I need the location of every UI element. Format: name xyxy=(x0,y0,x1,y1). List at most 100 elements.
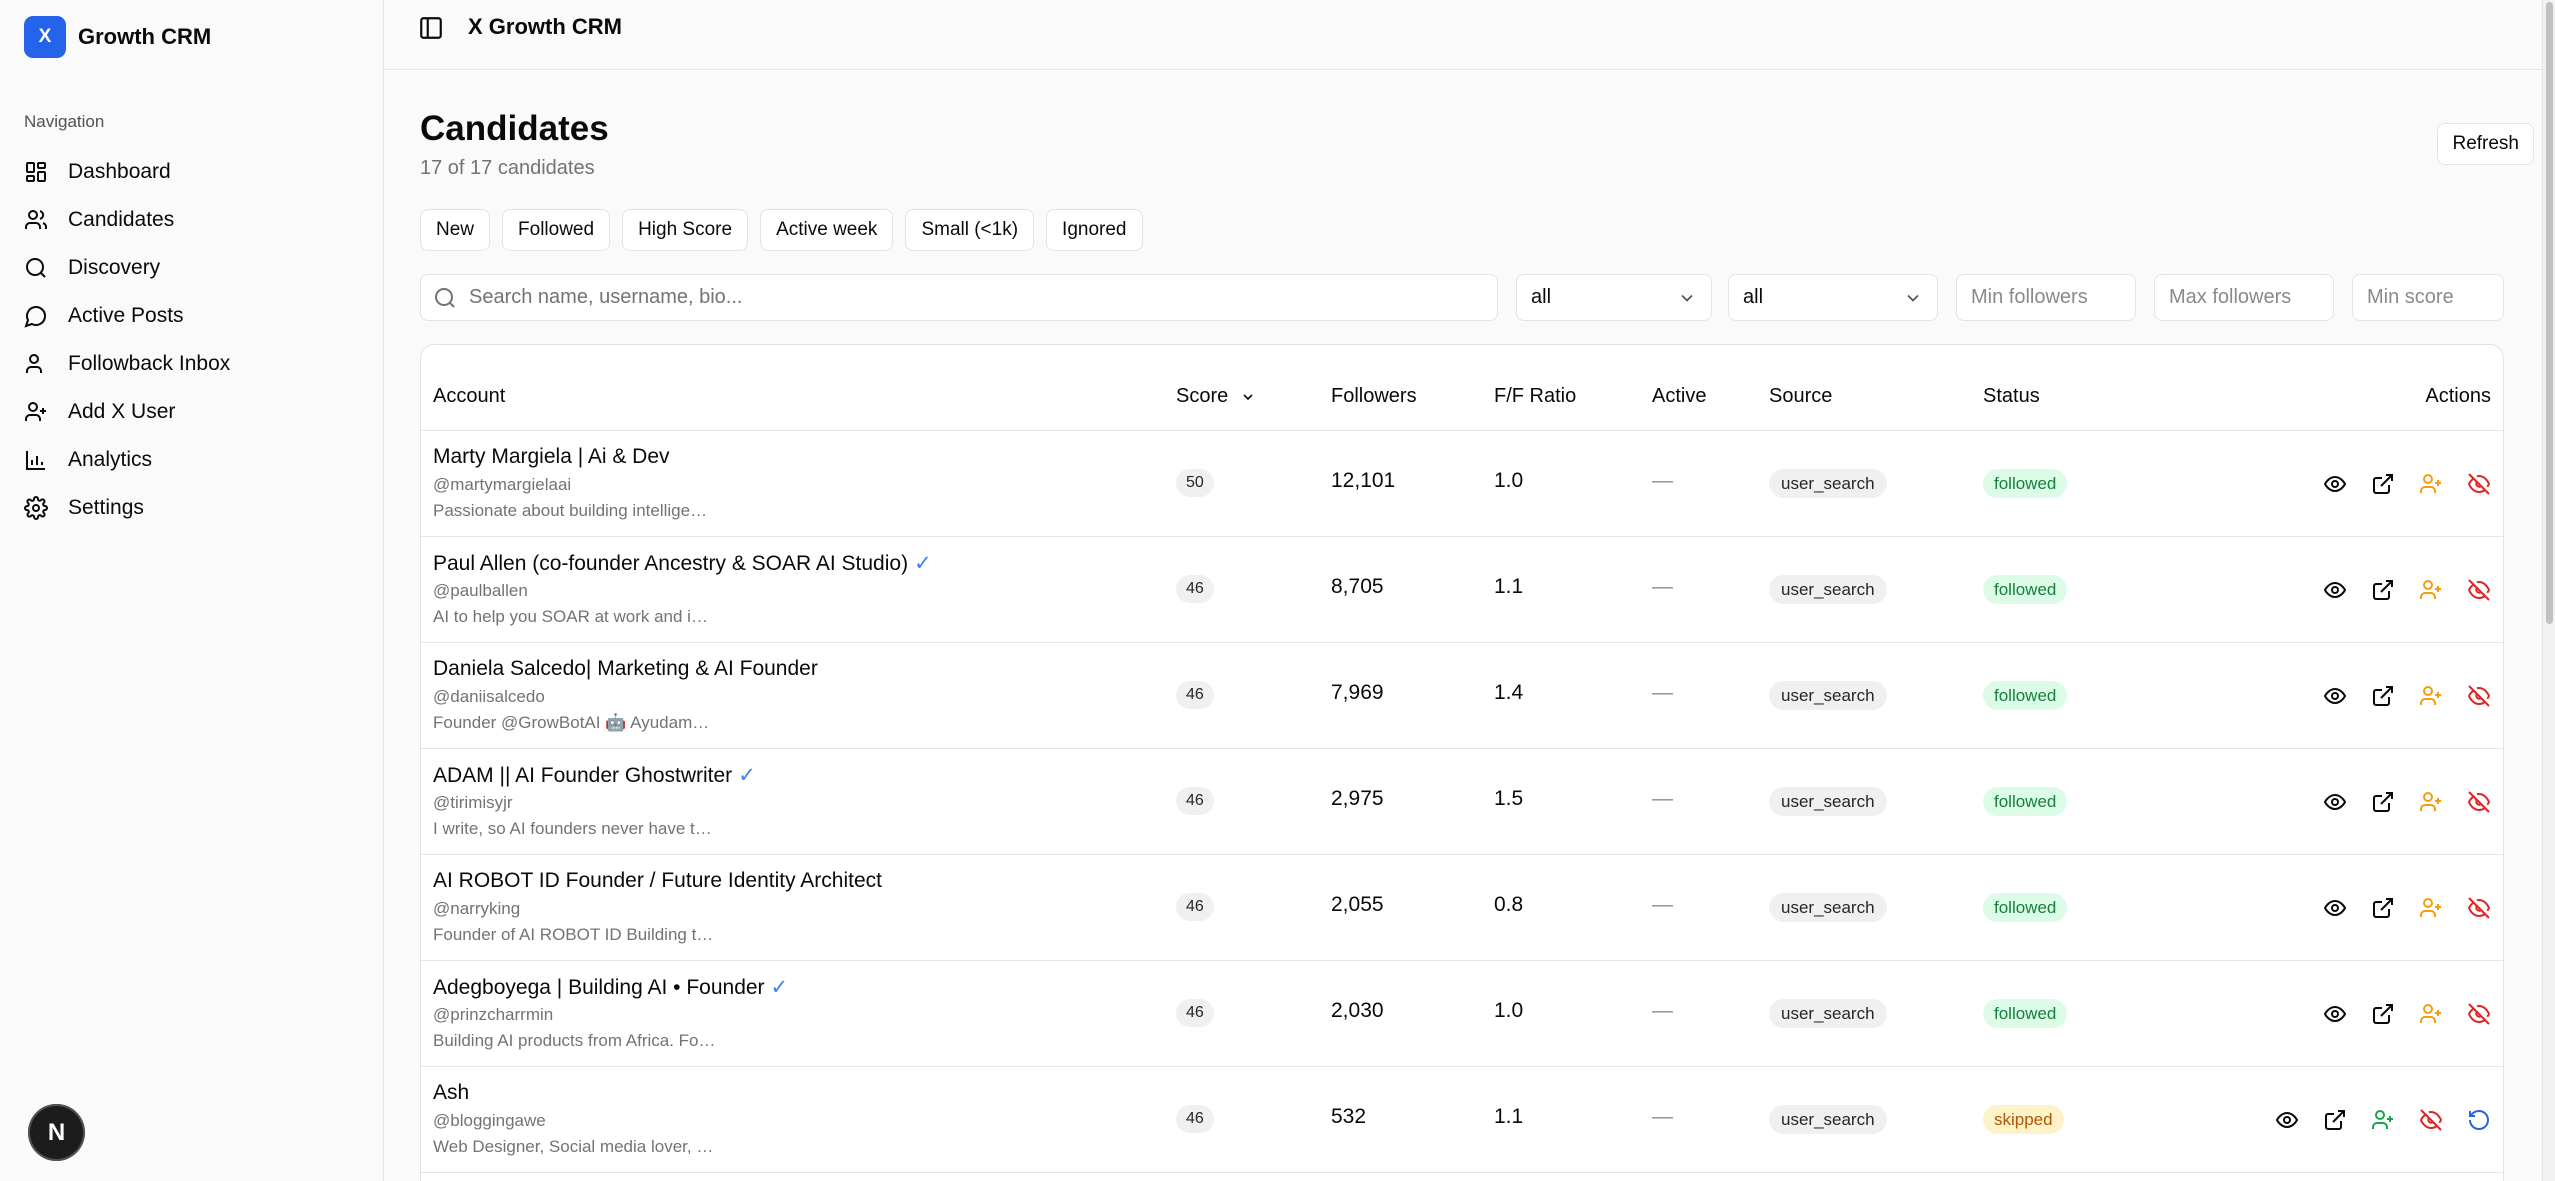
table-row[interactable]: Daniela Salcedo| Marketing & AI Founder … xyxy=(421,643,2503,749)
followers-cell: 2,030 xyxy=(1331,999,1384,1022)
follow-user-icon[interactable] xyxy=(2419,578,2443,602)
ignore-icon[interactable] xyxy=(2467,1002,2491,1026)
chip-active-week[interactable]: Active week xyxy=(760,209,894,251)
external-link-icon[interactable] xyxy=(2371,1002,2395,1026)
account-name[interactable]: Daniela Salcedo| Marketing & AI Founder xyxy=(433,657,824,681)
followers-cell: 532 xyxy=(1331,1105,1367,1128)
account-name[interactable]: Adegboyega | Building AI • Founder ✓ xyxy=(433,975,788,1000)
column-ratio[interactable]: F/F Ratio xyxy=(1494,385,1576,408)
external-link-icon[interactable] xyxy=(2371,896,2395,920)
sidebar-item-dashboard[interactable]: Dashboard xyxy=(14,148,370,196)
table-row[interactable]: Ash @bloggingawe Web Designer, Social me… xyxy=(421,1067,2503,1173)
external-link-icon[interactable] xyxy=(2371,472,2395,496)
ratio-cell: 1.4 xyxy=(1494,681,1524,704)
sidebar-item-analytics[interactable]: Analytics xyxy=(14,436,370,484)
column-active[interactable]: Active xyxy=(1652,385,1706,408)
external-link-icon[interactable] xyxy=(2371,578,2395,602)
sidebar-item-add-x-user[interactable]: Add X User xyxy=(14,388,370,436)
status-badge: followed xyxy=(1983,893,2068,922)
sidebar-item-discovery[interactable]: Discovery xyxy=(14,244,370,292)
search-input[interactable] xyxy=(469,286,1469,309)
chip-new[interactable]: New xyxy=(420,209,491,251)
follow-user-icon[interactable] xyxy=(2419,684,2443,708)
scrollbar-thumb[interactable] xyxy=(2546,2,2553,624)
view-icon[interactable] xyxy=(2323,684,2347,708)
view-icon[interactable] xyxy=(2323,578,2347,602)
restore-icon[interactable] xyxy=(2467,1108,2491,1132)
table-row[interactable]: Marty Margiela | Ai & Dev @martymargiela… xyxy=(421,431,2503,537)
table-row[interactable]: Adegboyega | Building AI • Founder ✓ @pri… xyxy=(421,961,2503,1067)
sidebar-item-settings[interactable]: Settings xyxy=(14,484,370,532)
table-row[interactable]: Paul Allen (co-founder Ancestry & SOAR A… xyxy=(421,537,2503,643)
column-account[interactable]: Account xyxy=(433,385,505,408)
follow-user-icon[interactable] xyxy=(2419,790,2443,814)
ratio-cell: 1.0 xyxy=(1494,999,1524,1022)
column-score[interactable]: Score xyxy=(1176,385,1256,408)
sidebar-item-label: Analytics xyxy=(68,448,153,471)
external-link-icon[interactable] xyxy=(2371,790,2395,814)
column-actions: Actions xyxy=(2425,385,2491,408)
chip-small[interactable]: Small (<1k) xyxy=(905,209,1035,251)
ignore-icon[interactable] xyxy=(2467,684,2491,708)
chevron-down-icon xyxy=(1903,288,1923,308)
account-username: @daniisalcedo xyxy=(433,687,545,706)
chevron-down-icon xyxy=(1677,288,1697,308)
table-header: Account Score Followers F/F Ratio Active… xyxy=(421,345,2503,431)
account-name[interactable]: ADAM || AI Founder Ghostwriter ✓ xyxy=(433,763,756,788)
view-icon[interactable] xyxy=(2323,1002,2347,1026)
sidebar-item-active-posts[interactable]: Active Posts xyxy=(14,292,370,340)
table-row[interactable]: ADAM || AI Founder Ghostwriter ✓ @tirimis… xyxy=(421,749,2503,855)
ignore-icon[interactable] xyxy=(2467,896,2491,920)
follow-user-icon[interactable] xyxy=(2371,1108,2395,1132)
dashboard-icon xyxy=(24,160,48,184)
follow-user-icon[interactable] xyxy=(2419,1002,2443,1026)
chip-high-score[interactable]: High Score xyxy=(622,209,749,251)
followers-cell: 7,969 xyxy=(1331,681,1384,704)
devtools-badge[interactable]: N xyxy=(28,1104,85,1161)
external-link-icon[interactable] xyxy=(2371,684,2395,708)
column-status[interactable]: Status xyxy=(1983,385,2040,408)
source-select[interactable]: all xyxy=(1728,274,1938,321)
follow-user-icon[interactable] xyxy=(2419,896,2443,920)
column-source[interactable]: Source xyxy=(1769,385,1832,408)
max-followers-input[interactable] xyxy=(2154,274,2334,321)
filter-bar: all all xyxy=(420,274,2504,321)
sidebar-item-followback-inbox[interactable]: Followback Inbox xyxy=(14,340,370,388)
ignore-icon[interactable] xyxy=(2467,578,2491,602)
account-name[interactable]: AI ROBOT ID Founder / Future Identity Ar… xyxy=(433,869,888,893)
view-icon[interactable] xyxy=(2323,896,2347,920)
brand[interactable]: X Growth CRM xyxy=(24,16,211,58)
column-followers[interactable]: Followers xyxy=(1331,385,1417,408)
account-username: @narryking xyxy=(433,899,521,918)
account-bio: Founder @GrowBotAI 🤖 Ayudam… xyxy=(433,713,710,732)
status-select[interactable]: all xyxy=(1516,274,1712,321)
ignore-icon[interactable] xyxy=(2419,1108,2443,1132)
source-badge: user_search xyxy=(1769,681,1887,710)
account-name[interactable]: Marty Margiela | Ai & Dev xyxy=(433,445,676,469)
account-name[interactable]: Ash xyxy=(433,1081,475,1105)
ignore-icon[interactable] xyxy=(2467,472,2491,496)
chip-ignored[interactable]: Ignored xyxy=(1046,209,1143,251)
main-content: Candidates 17 of 17 candidates Refresh N… xyxy=(384,71,2542,1181)
view-icon[interactable] xyxy=(2323,472,2347,496)
refresh-button[interactable]: Refresh xyxy=(2437,123,2534,165)
follow-user-icon[interactable] xyxy=(2419,472,2443,496)
ignore-icon[interactable] xyxy=(2467,790,2491,814)
view-icon[interactable] xyxy=(2275,1108,2299,1132)
nav-heading: Navigation xyxy=(24,112,105,131)
followers-cell: 2,055 xyxy=(1331,893,1384,916)
column-label: Account xyxy=(433,385,506,407)
candidates-table: Account Score Followers F/F Ratio Active… xyxy=(420,344,2504,1181)
table-row[interactable]: AI ROBOT ID Founder / Future Identity Ar… xyxy=(421,855,2503,961)
sidebar-toggle-icon[interactable] xyxy=(418,15,444,41)
min-score-input[interactable] xyxy=(2352,274,2504,321)
min-followers-input[interactable] xyxy=(1956,274,2136,321)
account-name[interactable]: Paul Allen (co-founder Ancestry & SOAR A… xyxy=(433,551,932,576)
account-bio: Web Designer, Social media lover, … xyxy=(433,1137,714,1156)
chip-followed[interactable]: Followed xyxy=(502,209,611,251)
external-link-icon[interactable] xyxy=(2323,1108,2347,1132)
search-box[interactable] xyxy=(420,274,1498,321)
scrollbar[interactable] xyxy=(2542,0,2555,1181)
sidebar-item-candidates[interactable]: Candidates xyxy=(14,196,370,244)
view-icon[interactable] xyxy=(2323,790,2347,814)
